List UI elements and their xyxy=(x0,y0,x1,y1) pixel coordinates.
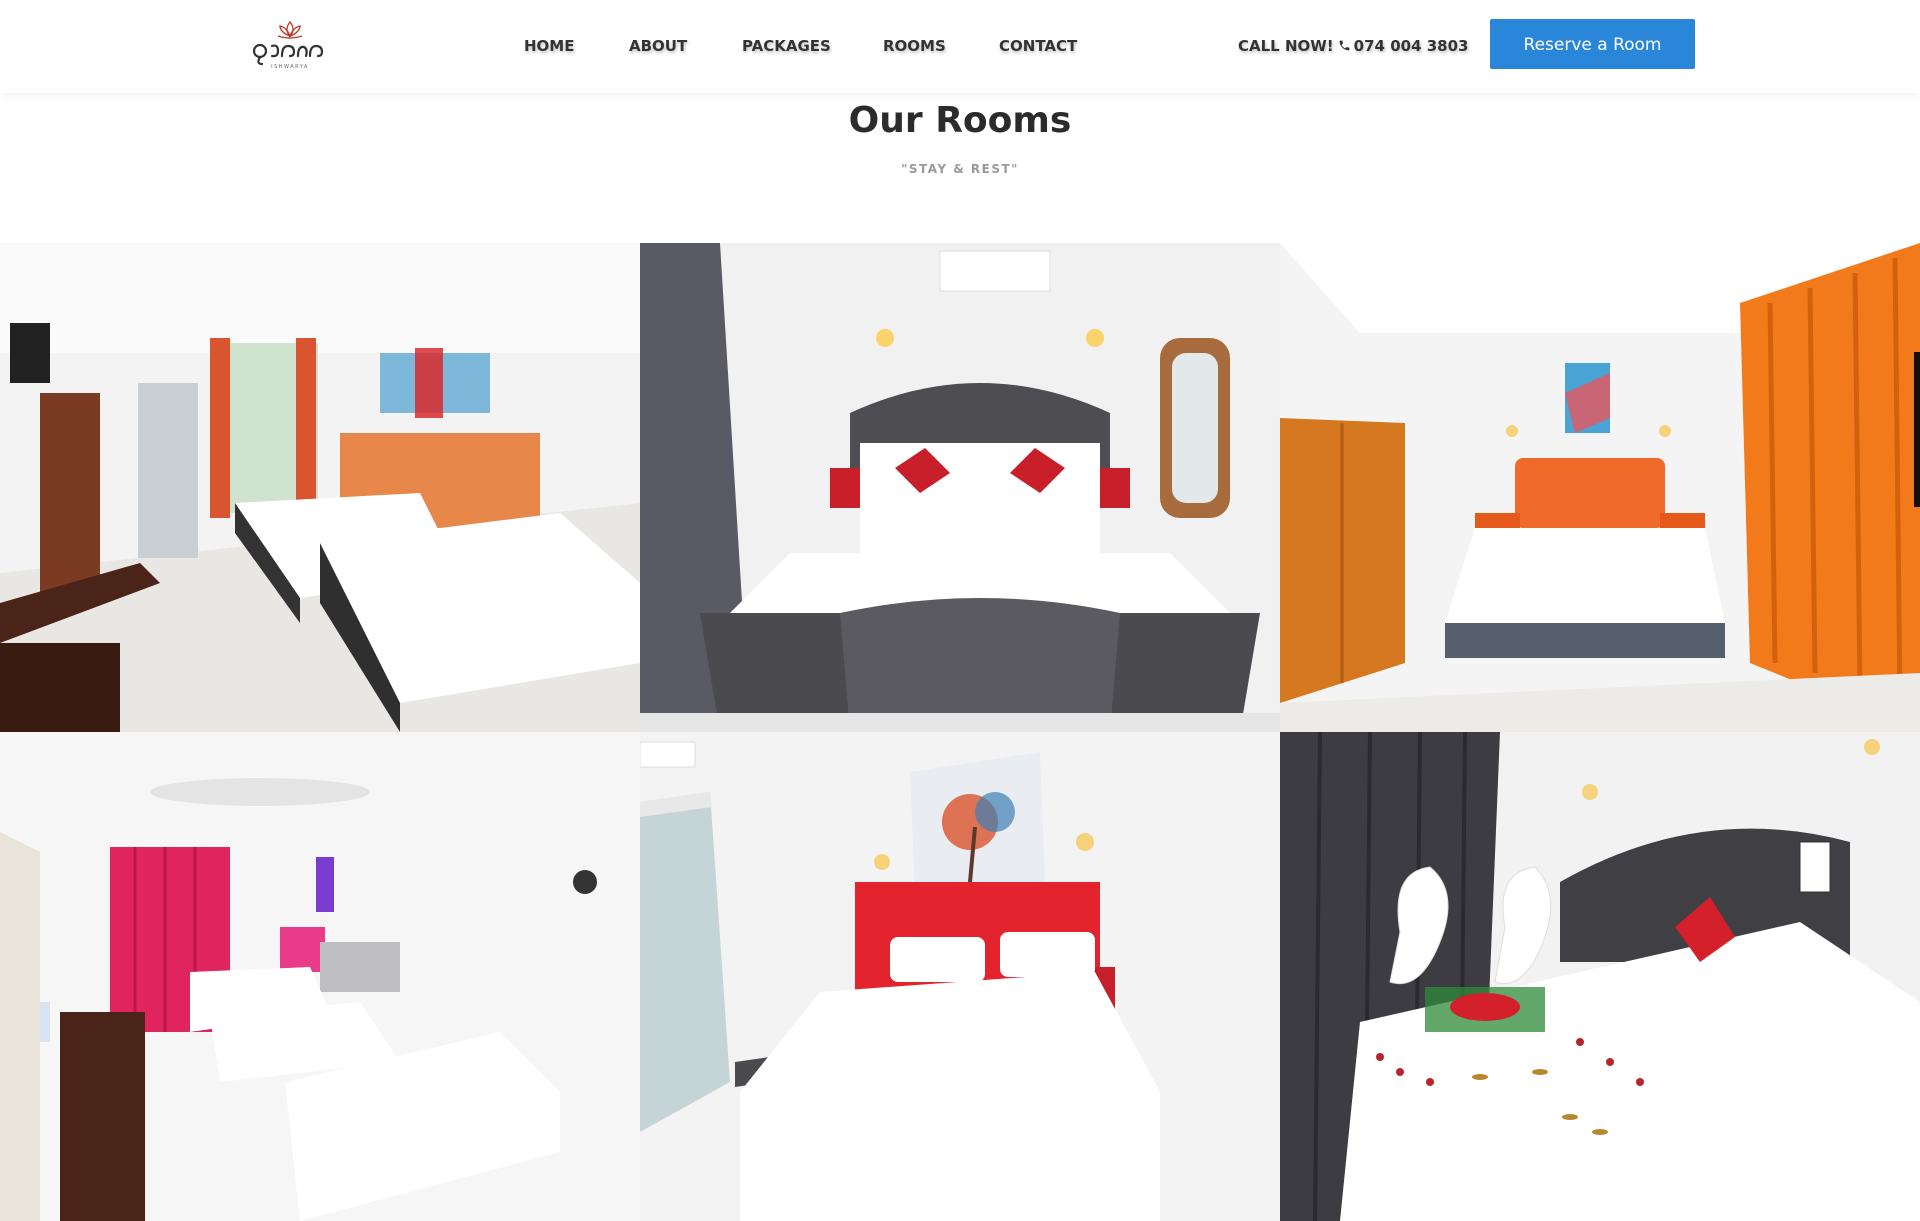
hotel-logo[interactable]: ISHWARYA xyxy=(250,18,330,70)
room-photo-6[interactable] xyxy=(1280,732,1920,1221)
room-photo-1-image xyxy=(0,243,640,732)
site-header: ISHWARYA HOME ABOUT PACKAGES ROOMS CONTA… xyxy=(0,0,1920,93)
room-photo-3[interactable] xyxy=(1280,243,1920,732)
rooms-section-title: Our Rooms xyxy=(848,100,1072,141)
room-photo-3-image xyxy=(1280,243,1920,732)
phone-number: 074 004 3803 xyxy=(1353,37,1469,55)
nav-about[interactable]: ABOUT xyxy=(629,37,687,55)
reserve-room-button[interactable]: Reserve a Room xyxy=(1490,19,1695,69)
room-photo-1[interactable] xyxy=(0,243,640,732)
call-label: CALL NOW! xyxy=(1238,37,1334,55)
room-photo-4-image xyxy=(0,732,640,1221)
rooms-section-subtitle: "STAY & REST" xyxy=(901,162,1019,176)
room-gallery xyxy=(0,243,1920,1221)
phone-icon xyxy=(1339,40,1350,51)
svg-text:ISHWARYA: ISHWARYA xyxy=(271,64,309,70)
nav-packages[interactable]: PACKAGES xyxy=(742,37,831,55)
call-now[interactable]: CALL NOW! 074 004 3803 xyxy=(1238,37,1468,55)
room-photo-2[interactable] xyxy=(640,243,1280,732)
nav-contact[interactable]: CONTACT xyxy=(999,37,1077,55)
nav-rooms[interactable]: ROOMS xyxy=(883,37,946,55)
side-widget-tab[interactable] xyxy=(1914,352,1920,507)
room-photo-6-image xyxy=(1280,732,1920,1221)
room-photo-5-image xyxy=(640,732,1280,1221)
nav-home[interactable]: HOME xyxy=(524,37,574,55)
room-photo-5[interactable] xyxy=(640,732,1280,1221)
room-photo-2-image xyxy=(640,243,1280,732)
room-photo-4[interactable] xyxy=(0,732,640,1221)
